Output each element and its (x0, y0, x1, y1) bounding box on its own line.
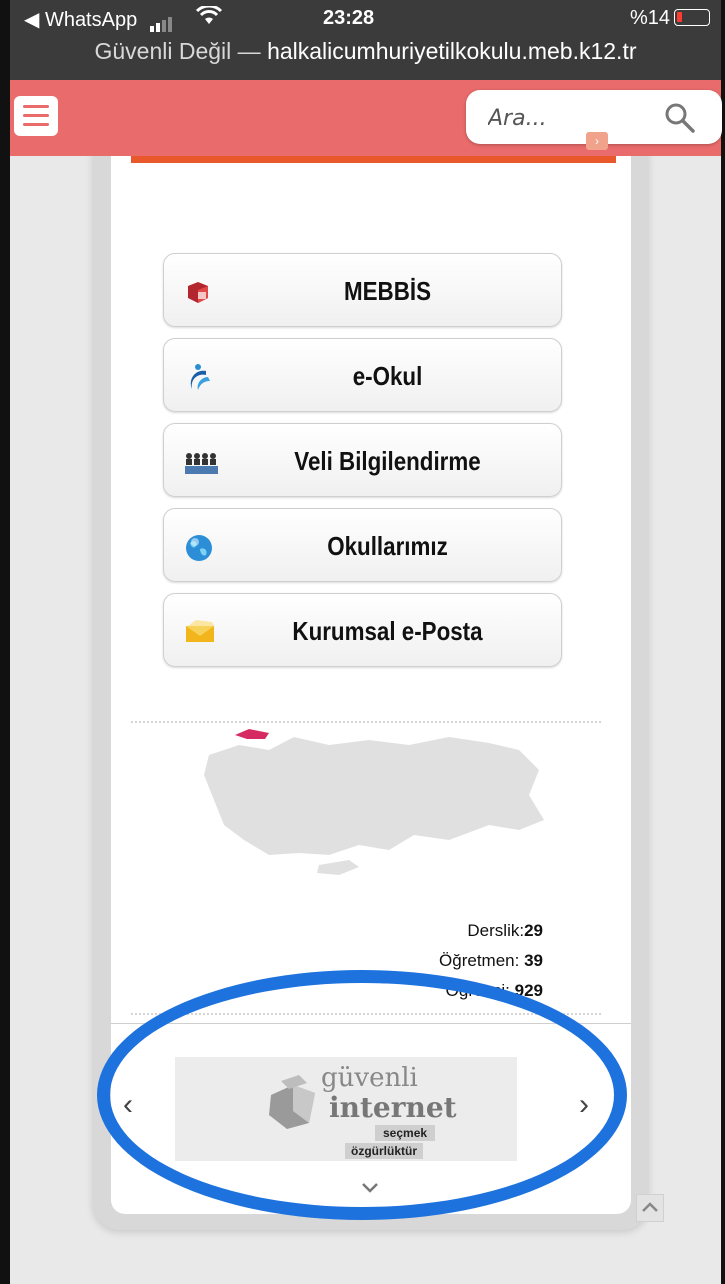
parents-icon (184, 448, 218, 476)
security-warning: Güvenli Değil (94, 38, 232, 64)
kurumsal-eposta-label: Kurumsal e-Posta (292, 616, 483, 646)
browser-top-bar: ◀ WhatsApp 23:28 %14 Güvenli Değil — hal… (10, 0, 721, 80)
eokul-label: e-Okul (352, 361, 423, 391)
back-to-app-link[interactable]: ◀ WhatsApp (24, 7, 137, 32)
site-header (10, 80, 722, 156)
search-input[interactable] (486, 102, 640, 134)
mebbis-label: MEBBİS (344, 276, 431, 306)
scroll-to-top-button[interactable] (636, 1194, 664, 1222)
screen-edge-left (0, 0, 10, 1284)
classrooms-value: 29 (524, 921, 543, 940)
wifi-icon (195, 4, 223, 32)
veli-bilgilendirme-label: Veli Bilgilendirme (294, 446, 481, 476)
teachers-stat: Öğretmen: 39 (439, 946, 543, 976)
cellular-signal-icon (150, 9, 174, 32)
eokul-button[interactable]: e-Okul (163, 338, 562, 412)
url-domain: halkalicumhuriyetilkokulu.meb.k12.tr (267, 38, 637, 64)
mebbis-button[interactable]: MEBBİS (163, 253, 562, 327)
arrow-badge-icon: › (586, 132, 608, 150)
clock: 23:28 (323, 7, 375, 29)
battery-percent: %14 (630, 7, 671, 29)
battery-icon (674, 9, 710, 26)
kurumsal-eposta-button[interactable]: Kurumsal e-Posta (163, 593, 562, 667)
mebbis-icon (184, 278, 214, 306)
turkey-map[interactable] (199, 715, 549, 915)
hamburger-menu-button[interactable] (14, 96, 58, 136)
status-bar: ◀ WhatsApp 23:28 %14 (10, 0, 721, 34)
teachers-label: Öğretmen: (439, 951, 525, 970)
eokul-icon (184, 363, 214, 391)
envelope-icon (184, 618, 214, 646)
quick-links: MEBBİS e-Okul Veli Bilgilendirme Okullar… (163, 253, 563, 678)
okullarimiz-button[interactable]: Okullarımız (163, 508, 562, 582)
accent-line (131, 155, 616, 163)
screen-edge-right (721, 0, 725, 1284)
annotation-circle (97, 970, 627, 1220)
search-icon[interactable] (662, 100, 698, 136)
url-separator: — (231, 38, 268, 64)
classrooms-stat: Derslik:29 (439, 916, 543, 946)
veli-bilgilendirme-button[interactable]: Veli Bilgilendirme (163, 423, 562, 497)
address-bar[interactable]: Güvenli Değil — halkalicumhuriyetilkokul… (10, 38, 721, 78)
classrooms-label: Derslik: (467, 921, 525, 940)
okullarimiz-label: Okullarımız (327, 531, 448, 561)
globe-icon (184, 533, 214, 561)
teachers-value: 39 (524, 951, 543, 970)
istanbul-region[interactable] (235, 729, 269, 739)
chevron-up-icon (642, 1202, 658, 1212)
